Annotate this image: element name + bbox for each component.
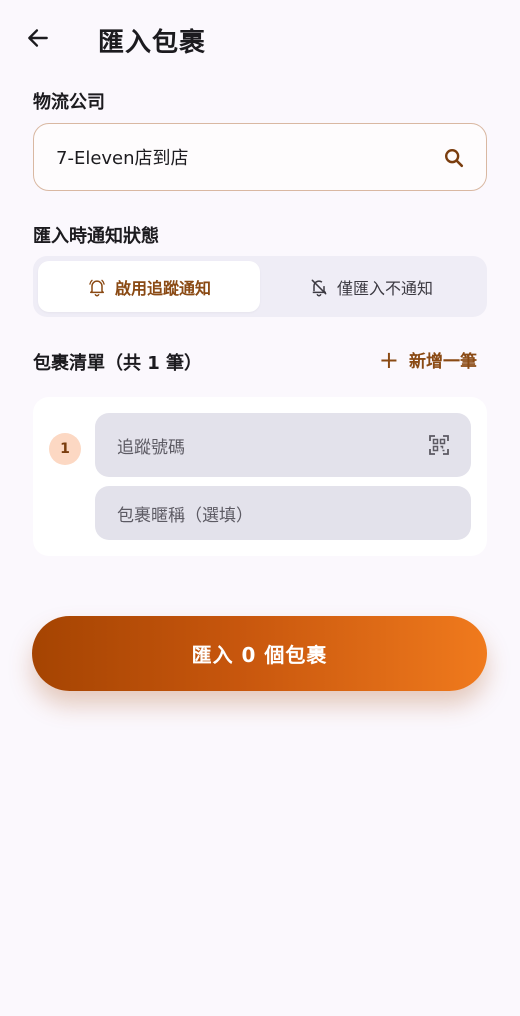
- back-button[interactable]: [18, 18, 58, 58]
- package-nickname-input[interactable]: 包裹暱稱（選填）: [95, 486, 471, 540]
- option-enable-notify[interactable]: 啟用追蹤通知: [38, 261, 260, 312]
- search-icon: [445, 149, 464, 168]
- option-enable-notify-label: 啟用追蹤通知: [114, 278, 211, 298]
- plus-icon: +: [378, 345, 399, 374]
- option-import-only[interactable]: 僅匯入不通知: [260, 261, 482, 312]
- add-package-button[interactable]: + 新增一筆: [378, 345, 477, 374]
- package-nickname-placeholder: 包裹暱稱（選填）: [117, 505, 253, 526]
- company-value: 7-Eleven店到店: [56, 148, 189, 169]
- notify-label: 匯入時通知狀態: [33, 226, 159, 247]
- bell-off-icon: [311, 279, 327, 296]
- top-app-bar: 匯入包裹: [0, 14, 520, 62]
- notify-toggle: 啟用追蹤通知 僅匯入不通知: [33, 256, 487, 317]
- tracking-number-placeholder: 追蹤號碼: [117, 437, 185, 458]
- page-title: 匯入包裹: [98, 28, 207, 58]
- add-package-label: 新增一筆: [409, 352, 477, 372]
- arrow-left-icon: [28, 29, 48, 47]
- package-card: 1 追蹤號碼 包裹暱稱（選填）: [33, 397, 487, 556]
- import-button-label: 匯入 0 個包裹: [191, 643, 328, 667]
- package-list-header: 包裹清單（共 1 筆） + 新增一筆: [33, 345, 487, 379]
- scan-button[interactable]: [427, 433, 451, 457]
- company-field[interactable]: 7-Eleven店到店: [33, 123, 487, 191]
- company-label: 物流公司: [33, 92, 105, 113]
- package-index-badge: 1: [49, 433, 81, 465]
- qr-scan-icon: [429, 435, 449, 455]
- option-import-only-label: 僅匯入不通知: [336, 278, 433, 298]
- tracking-number-input[interactable]: 追蹤號碼: [95, 413, 471, 477]
- import-packages-screen: 匯入包裹 物流公司 7-Eleven店到店 匯入時通知狀態 啟用追蹤通知 僅匯入…: [0, 0, 520, 1016]
- bell-icon: [89, 279, 105, 296]
- search-button[interactable]: [440, 144, 468, 172]
- package-list-title: 包裹清單（共 1 筆）: [33, 353, 203, 374]
- import-button[interactable]: 匯入 0 個包裹: [32, 616, 487, 691]
